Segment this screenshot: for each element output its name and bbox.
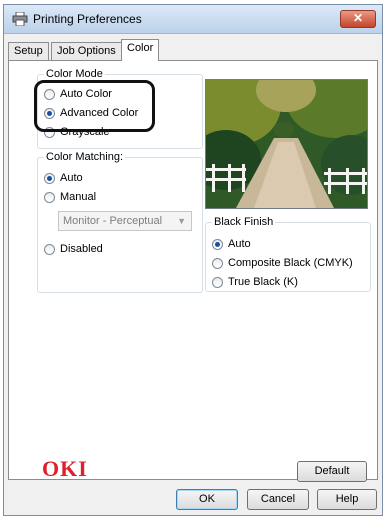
radio-button-icon — [44, 191, 55, 203]
printer-icon — [12, 11, 28, 27]
cancel-button[interactable]: Cancel — [247, 489, 309, 510]
color-preview-image — [205, 79, 368, 209]
grayscale-label: Grayscale — [60, 126, 110, 138]
matching-manual-label: Manual — [60, 191, 97, 203]
color-matching-group: Color Matching: Auto Manual Monitor - Pe… — [37, 151, 203, 293]
title-bar: Printing Preferences ✕ — [4, 5, 382, 34]
ok-button[interactable]: OK — [176, 489, 238, 510]
printing-preferences-window: Printing Preferences ✕ Setup Job Options… — [3, 4, 383, 516]
close-icon: ✕ — [352, 11, 364, 25]
radio-matching-disabled[interactable]: Disabled — [44, 242, 103, 256]
radio-button-icon — [212, 257, 223, 269]
default-button[interactable]: Default — [297, 461, 367, 482]
tab-strip: Setup Job Options Color — [8, 39, 378, 61]
matching-disabled-label: Disabled — [60, 243, 103, 255]
radio-button-selected-icon — [44, 172, 55, 184]
radio-true-black[interactable]: True Black (K) — [212, 275, 298, 289]
radio-button-icon — [44, 126, 55, 138]
radio-black-auto[interactable]: Auto — [212, 237, 251, 251]
oki-logo: OKI — [42, 456, 88, 481]
color-tab-panel: Color Mode Auto Color Advanced Color Gra… — [8, 60, 378, 482]
radio-auto-color[interactable]: Auto Color — [44, 87, 112, 101]
color-mode-label: Color Mode — [44, 68, 105, 80]
matching-auto-label: Auto — [60, 172, 83, 184]
composite-black-label: Composite Black (CMYK) — [228, 257, 353, 269]
tab-color[interactable]: Color — [121, 39, 160, 61]
window-title: Printing Preferences — [33, 12, 142, 26]
radio-button-icon — [44, 243, 55, 255]
help-button[interactable]: Help — [317, 489, 377, 510]
radio-matching-auto[interactable]: Auto — [44, 171, 83, 185]
tab-setup[interactable]: Setup — [8, 42, 49, 60]
radio-matching-manual[interactable]: Manual — [44, 190, 96, 204]
radio-grayscale[interactable]: Grayscale — [44, 125, 110, 139]
color-matching-label: Color Matching: — [44, 151, 126, 163]
matching-profile-select[interactable]: Monitor - Perceptual ▼ — [58, 211, 192, 231]
radio-button-icon — [44, 88, 55, 100]
black-auto-label: Auto — [228, 238, 251, 250]
matching-profile-value: Monitor - Perceptual — [63, 215, 163, 227]
radio-button-icon — [212, 276, 223, 288]
advanced-color-label: Advanced Color — [60, 107, 139, 119]
true-black-label: True Black (K) — [228, 276, 298, 288]
radio-composite-black[interactable]: Composite Black (CMYK) — [212, 256, 353, 270]
radio-button-selected-icon — [212, 238, 223, 250]
radio-button-selected-icon — [44, 107, 55, 119]
black-finish-group: Black Finish Auto Composite Black (CMYK)… — [205, 216, 371, 292]
auto-color-label: Auto Color — [60, 88, 112, 100]
color-mode-group: Color Mode Auto Color Advanced Color Gra… — [37, 68, 203, 149]
radio-advanced-color[interactable]: Advanced Color — [44, 106, 138, 120]
black-finish-label: Black Finish — [212, 216, 276, 228]
chevron-down-icon: ▼ — [177, 216, 186, 226]
close-button[interactable]: ✕ — [340, 10, 376, 28]
tab-job-options[interactable]: Job Options — [51, 42, 122, 60]
